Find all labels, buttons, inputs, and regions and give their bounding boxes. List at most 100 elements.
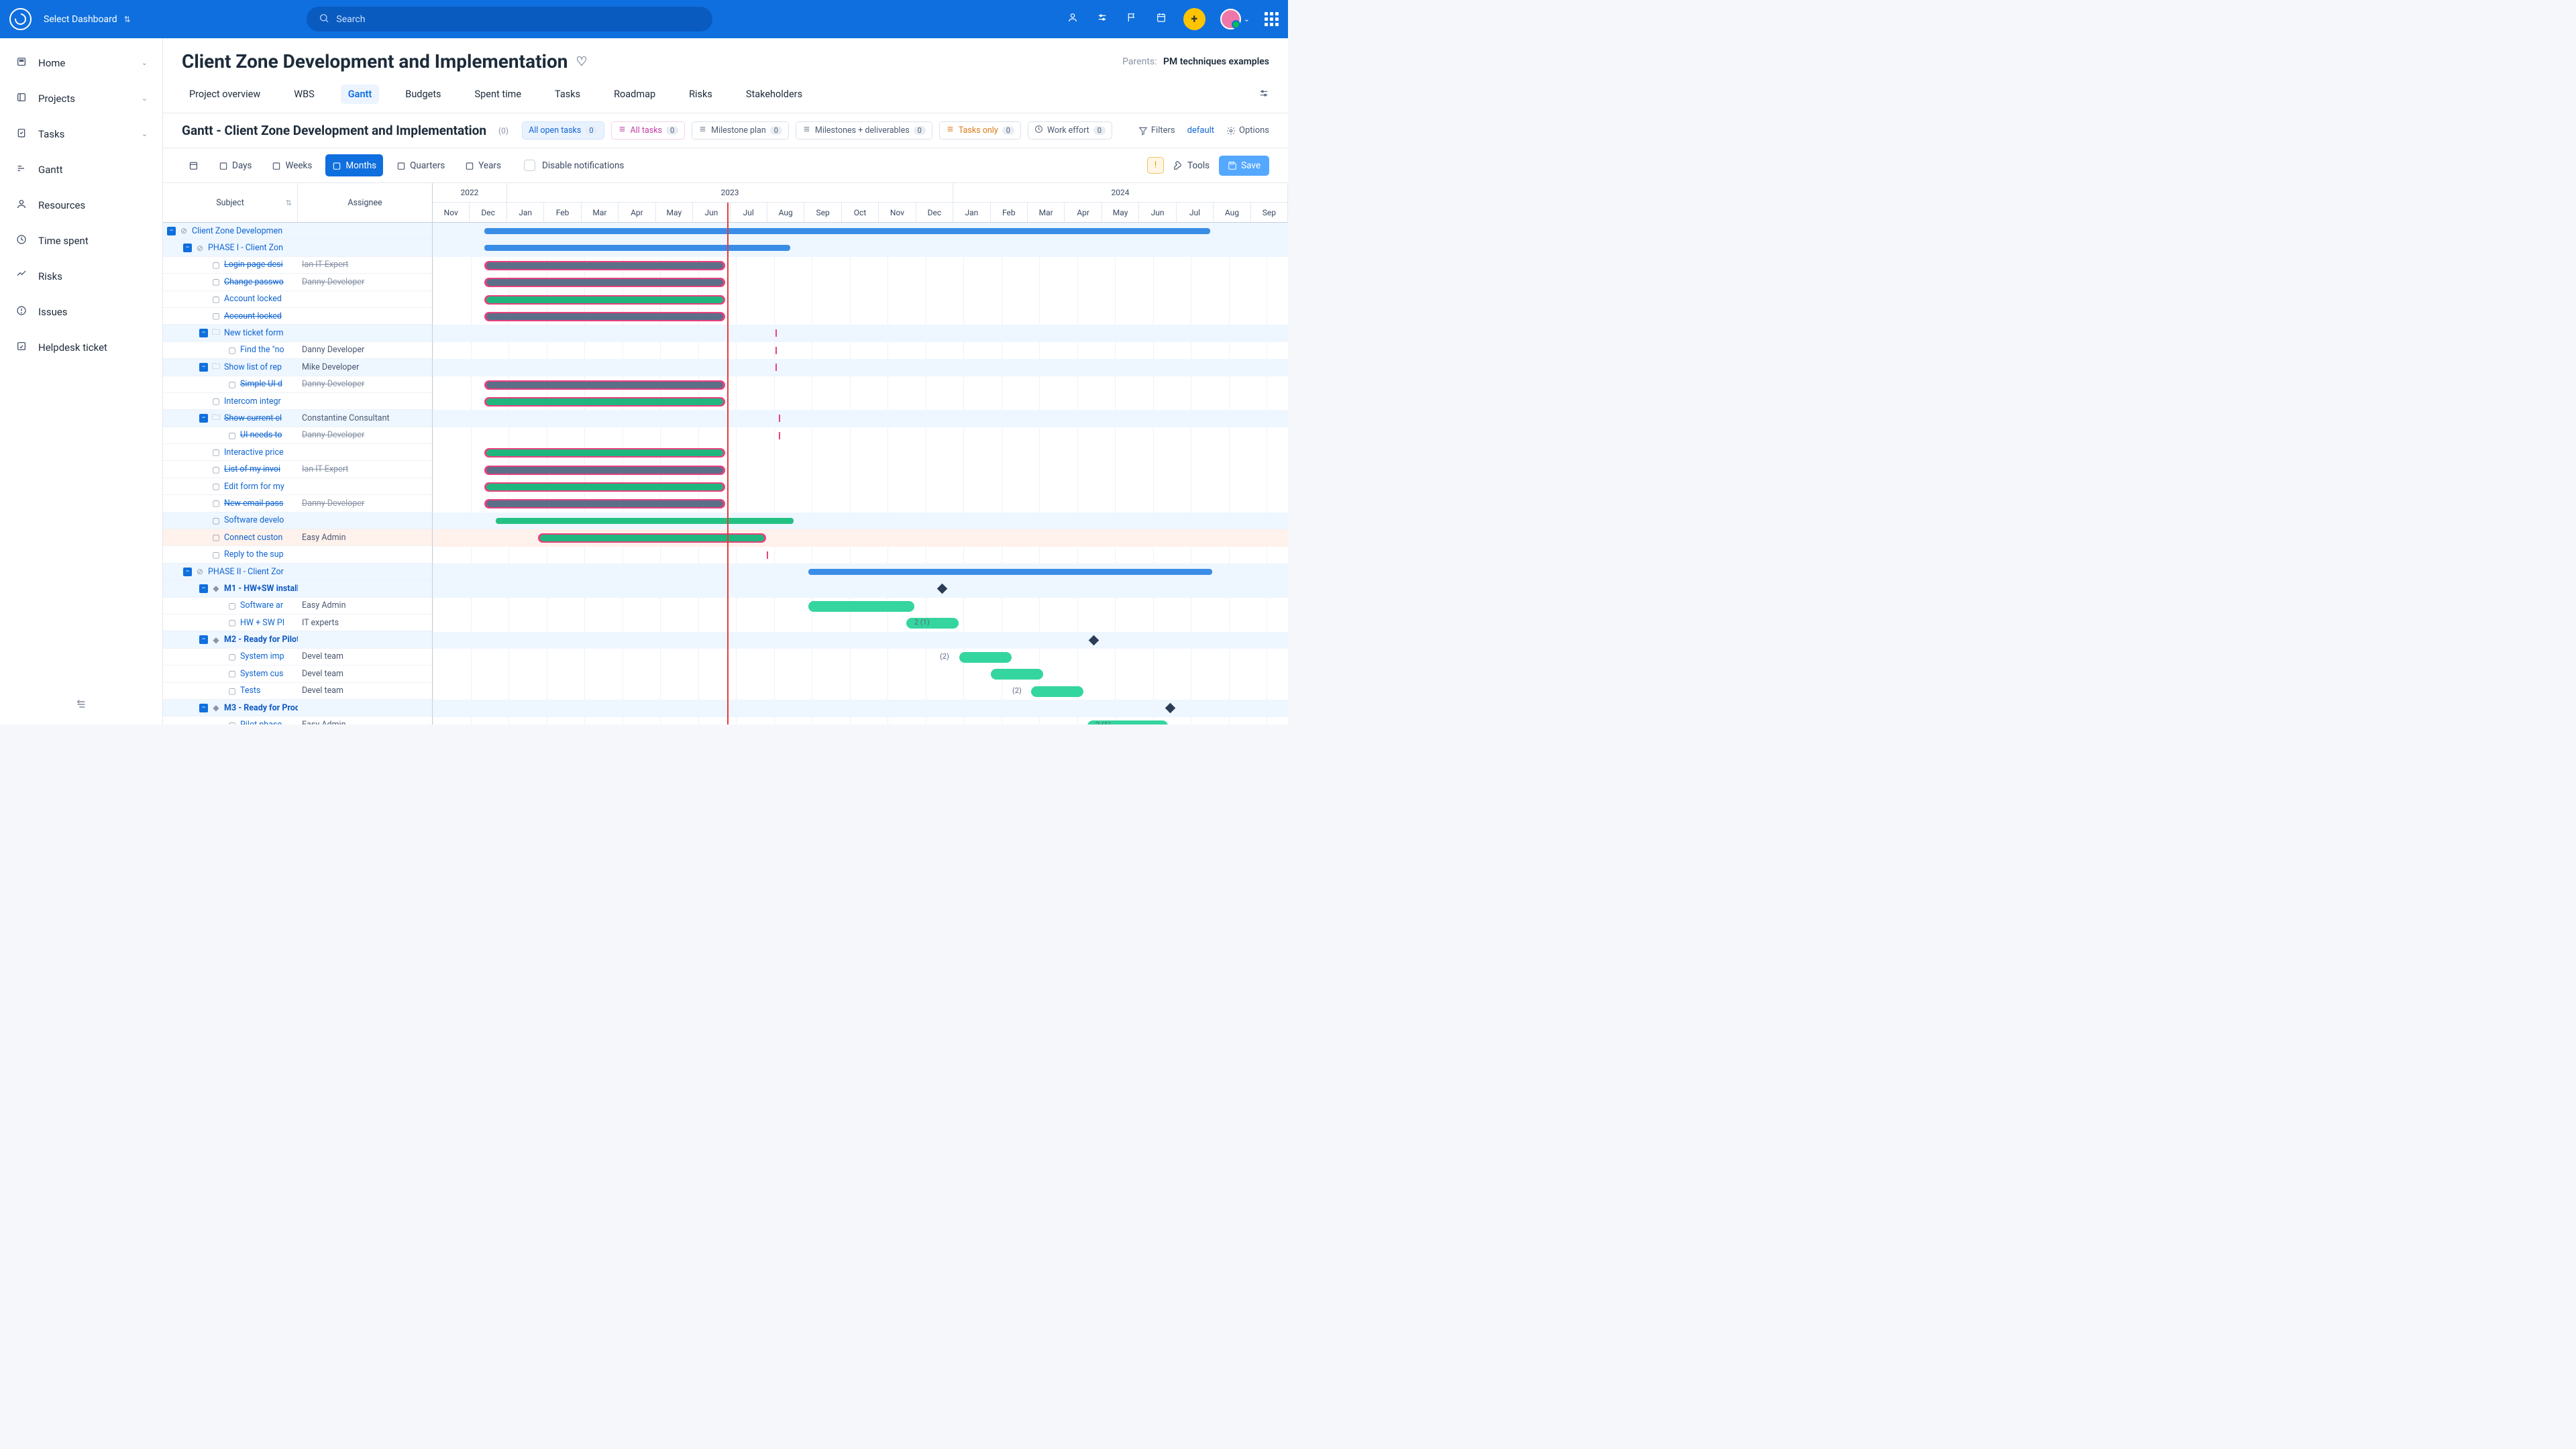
gantt-marker[interactable] bbox=[775, 329, 777, 337]
tab-budgets[interactable]: Budgets bbox=[398, 85, 448, 104]
gantt-row[interactable] bbox=[433, 580, 1288, 597]
gantt-task-bar[interactable] bbox=[484, 380, 725, 390]
filter-chip-work-effort[interactable]: Work effort0 bbox=[1028, 121, 1112, 140]
sidebar-item-time-spent[interactable]: Time spent bbox=[0, 223, 162, 258]
task-subject[interactable]: Tests bbox=[240, 686, 260, 696]
task-subject[interactable]: M2 - Ready for Pilot bbox=[224, 635, 298, 645]
task-subject[interactable]: M3 - Ready for Production bbox=[224, 703, 298, 713]
gantt-summary-bar[interactable] bbox=[484, 228, 1210, 234]
gantt-row[interactable] bbox=[433, 342, 1288, 359]
parents-value[interactable]: PM techniques examples bbox=[1163, 56, 1269, 67]
timescale-weeks[interactable]: Weeks bbox=[265, 154, 319, 176]
app-logo[interactable] bbox=[9, 8, 32, 30]
sidebar-item-risks[interactable]: Risks bbox=[0, 258, 162, 294]
gantt-row[interactable] bbox=[433, 683, 1288, 700]
gantt-task-bar[interactable] bbox=[538, 533, 766, 543]
task-row[interactable]: ▢Intercom integr bbox=[163, 393, 432, 410]
gantt-marker[interactable] bbox=[779, 415, 780, 422]
sidebar-item-resources[interactable]: Resources bbox=[0, 187, 162, 223]
tab-wbs[interactable]: WBS bbox=[286, 85, 322, 104]
task-subject[interactable]: List of my invoi bbox=[224, 464, 280, 474]
collapse-toggle[interactable]: − bbox=[199, 363, 208, 372]
default-filter-link[interactable]: default bbox=[1187, 125, 1214, 136]
task-row[interactable]: −◆M1 - HW+SW installed bbox=[163, 580, 432, 597]
gantt-row[interactable] bbox=[433, 427, 1288, 444]
gantt-marker[interactable] bbox=[779, 432, 780, 439]
tab-tasks[interactable]: Tasks bbox=[547, 85, 588, 104]
filter-chip-milestones-deliverables[interactable]: Milestones + deliverables0 bbox=[796, 121, 932, 140]
gantt-row[interactable] bbox=[433, 547, 1288, 564]
dashboard-selector[interactable]: Select Dashboard ⇅ bbox=[44, 14, 131, 25]
gantt-task-bar[interactable] bbox=[484, 278, 725, 287]
gantt-marker[interactable] bbox=[775, 364, 777, 371]
gantt-row[interactable] bbox=[433, 410, 1288, 427]
gantt-task-bar[interactable] bbox=[484, 466, 725, 475]
task-row[interactable]: ▢HW + SW PIIT experts bbox=[163, 614, 432, 631]
timescale-days[interactable]: Days bbox=[212, 154, 258, 176]
collapse-toggle[interactable]: − bbox=[199, 704, 208, 712]
gantt-row[interactable] bbox=[433, 359, 1288, 376]
disable-notifications-checkbox[interactable] bbox=[524, 160, 535, 171]
gantt-task-bar[interactable] bbox=[808, 601, 914, 612]
task-subject[interactable]: Intercom integr bbox=[224, 396, 281, 407]
task-row[interactable]: −◆M2 - Ready for Pilot bbox=[163, 631, 432, 648]
gantt-summary-bar[interactable] bbox=[808, 569, 1212, 575]
sidebar-item-home[interactable]: Home⌄ bbox=[0, 45, 162, 80]
sidebar-item-issues[interactable]: Issues bbox=[0, 294, 162, 329]
task-row[interactable]: −🗀Show list of repMike Developer bbox=[163, 359, 432, 376]
user-avatar[interactable] bbox=[1220, 9, 1241, 30]
add-button[interactable]: + bbox=[1183, 8, 1205, 30]
task-row[interactable]: −🗀Show current clConstantine Consultant bbox=[163, 410, 432, 427]
collapse-toggle[interactable]: − bbox=[199, 414, 208, 423]
task-subject[interactable]: Login page desi bbox=[224, 260, 283, 270]
task-subject[interactable]: Connect custon bbox=[224, 533, 282, 543]
task-row[interactable]: ▢Edit form for my bbox=[163, 478, 432, 495]
task-row[interactable]: −⊘PHASE II - Client Zor bbox=[163, 564, 432, 580]
gantt-summary-bar[interactable] bbox=[484, 245, 790, 251]
task-subject[interactable]: Edit form for my bbox=[224, 482, 284, 492]
gantt-row[interactable] bbox=[433, 632, 1288, 649]
filter-chip-all-open-tasks[interactable]: All open tasks0 bbox=[522, 121, 604, 140]
task-row[interactable]: ▢Account locked bbox=[163, 308, 432, 325]
options-button[interactable]: Options bbox=[1226, 125, 1269, 136]
gantt-timeline[interactable]: 202220232024 NovDecJanFebMarAprMayJunJul… bbox=[433, 183, 1288, 724]
task-subject[interactable]: UI needs to bbox=[240, 430, 282, 440]
apps-grid-icon[interactable] bbox=[1265, 12, 1279, 26]
timescale-quarters[interactable]: Quarters bbox=[390, 154, 451, 176]
task-row[interactable]: ▢Login page desiIan IT Expert bbox=[163, 257, 432, 274]
task-row[interactable]: ▢Reply to the sup bbox=[163, 546, 432, 563]
gantt-task-bar[interactable] bbox=[484, 448, 725, 458]
task-subject[interactable]: New ticket form bbox=[224, 328, 283, 338]
search-input[interactable]: Search bbox=[307, 7, 712, 32]
collapse-toggle[interactable]: − bbox=[199, 584, 208, 593]
filters-button[interactable]: Filters bbox=[1138, 125, 1175, 136]
filter-chip-tasks-only[interactable]: Tasks only0 bbox=[939, 121, 1021, 140]
task-subject[interactable]: Simple UI d bbox=[240, 379, 282, 389]
timescale-years[interactable]: Years bbox=[458, 154, 508, 176]
task-row[interactable]: ▢Pilot phaseEasy Admin bbox=[163, 716, 432, 724]
chevron-down-icon[interactable]: ⌄ bbox=[1244, 15, 1250, 23]
gantt-row[interactable] bbox=[433, 700, 1288, 716]
task-row[interactable]: ▢System impDevel team bbox=[163, 649, 432, 665]
tab-stakeholders[interactable]: Stakeholders bbox=[739, 85, 810, 104]
sidebar-item-tasks[interactable]: Tasks⌄ bbox=[0, 116, 162, 152]
task-row[interactable]: ▢Connect custonEasy Admin bbox=[163, 529, 432, 546]
task-subject[interactable]: HW + SW PI bbox=[240, 618, 284, 628]
column-header-assignee[interactable]: Assignee bbox=[298, 183, 432, 222]
gantt-task-bar[interactable] bbox=[959, 652, 1012, 663]
gantt-task-bar[interactable] bbox=[1031, 686, 1083, 697]
task-subject[interactable]: Interactive price bbox=[224, 447, 284, 458]
gantt-marker[interactable] bbox=[767, 551, 768, 559]
save-button[interactable]: Save bbox=[1219, 156, 1269, 176]
collapse-toggle[interactable]: − bbox=[183, 568, 192, 576]
tools-button[interactable]: Tools bbox=[1173, 160, 1210, 171]
warning-indicator[interactable]: ! bbox=[1147, 157, 1164, 174]
filter-chip-milestone-plan[interactable]: Milestone plan0 bbox=[692, 121, 789, 140]
tab-project-overview[interactable]: Project overview bbox=[182, 85, 268, 104]
gantt-task-bar[interactable] bbox=[484, 261, 725, 270]
task-row[interactable]: ▢Change passwoDanny Developer bbox=[163, 274, 432, 290]
task-subject[interactable]: PHASE II - Client Zor bbox=[208, 567, 284, 577]
tab-gantt[interactable]: Gantt bbox=[341, 85, 380, 104]
gantt-task-bar[interactable] bbox=[484, 295, 725, 305]
collapse-toggle[interactable]: − bbox=[183, 244, 192, 252]
